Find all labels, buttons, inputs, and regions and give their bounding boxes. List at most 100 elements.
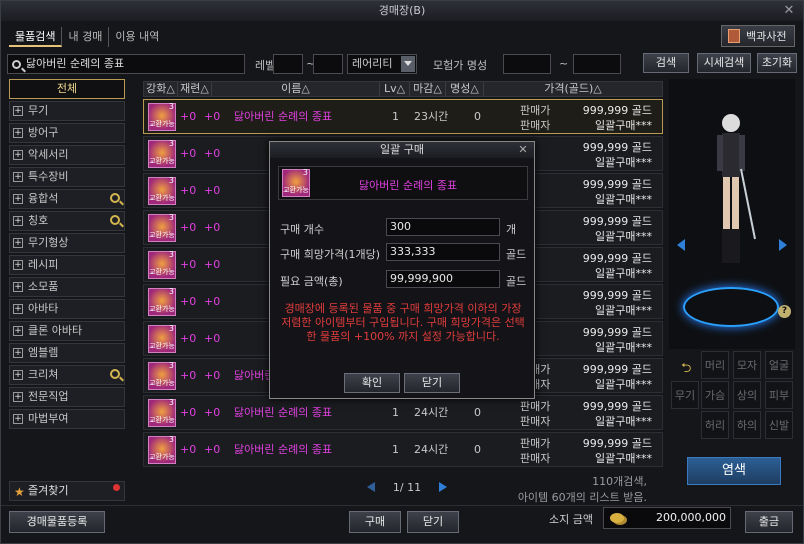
sidebar-item-weapon-shape[interactable]: + 무기형상 bbox=[9, 233, 125, 253]
sidebar-item-weapon[interactable]: + 무기 bbox=[9, 101, 125, 121]
bulk-buy-note: 일괄구매*** bbox=[595, 156, 652, 169]
next-page-icon[interactable] bbox=[439, 482, 447, 492]
fame-min-input[interactable] bbox=[503, 54, 551, 74]
slot-shoes[interactable]: 신발 bbox=[765, 411, 793, 439]
expand-icon[interactable]: + bbox=[13, 304, 23, 314]
slot-head[interactable]: 머리 bbox=[701, 351, 729, 379]
sidebar-item-profession[interactable]: + 전문직업 bbox=[9, 387, 125, 407]
expand-icon[interactable]: + bbox=[13, 106, 23, 116]
search-bar: 닳아버린 순례의 종표 레벨 ~ 레어리티 모험가 명성 ~ 검색 시세검색 초… bbox=[7, 53, 797, 77]
expand-icon[interactable]: + bbox=[13, 392, 23, 402]
col-refine[interactable]: 재련△ bbox=[178, 82, 212, 96]
expand-icon[interactable]: + bbox=[13, 194, 23, 204]
expand-icon[interactable]: + bbox=[13, 370, 23, 380]
character-avatar bbox=[717, 114, 756, 263]
slot-hat[interactable]: 모자 bbox=[733, 351, 761, 379]
table-row[interactable]: 3 교환가능 +0 +0 닳아버린 순례의 종표 1 24시간 0 판매가 판매자 999,999 … bbox=[143, 395, 663, 430]
search-button[interactable]: 검색 bbox=[643, 53, 689, 73]
item-icon: 3 교환가능 bbox=[148, 287, 176, 316]
quantity-input[interactable]: 300 bbox=[386, 218, 500, 236]
dye-button[interactable]: 염색 bbox=[687, 457, 781, 485]
tab-history[interactable]: 이용 내역 bbox=[109, 27, 165, 47]
expand-icon[interactable]: + bbox=[13, 326, 23, 336]
zoom-icon[interactable] bbox=[110, 369, 120, 379]
level-max-input[interactable] bbox=[313, 54, 343, 74]
sell-price-label: 판매가 bbox=[520, 400, 551, 413]
sidebar-item-label: 악세서리 bbox=[28, 148, 69, 161]
table-row[interactable]: 3 교환가능 +0 +0 닳아버린 순례의 종표 1 24시간 0 판매가 판매자 999,999 … bbox=[143, 432, 663, 467]
sidebar-item-accessory[interactable]: + 악세서리 bbox=[9, 145, 125, 165]
total-label: 필요 금액(총) bbox=[280, 275, 343, 288]
rotate-left-icon[interactable] bbox=[677, 239, 685, 251]
slot-waist[interactable]: 허리 bbox=[701, 411, 729, 439]
expand-icon[interactable]: + bbox=[13, 282, 23, 292]
close-button[interactable]: 닫기 bbox=[407, 511, 459, 533]
expand-icon[interactable]: + bbox=[13, 216, 23, 226]
reset-button[interactable]: 초기화 bbox=[757, 53, 797, 73]
tab-my-auction[interactable]: 내 경매 bbox=[62, 27, 110, 47]
col-fame[interactable]: 명성△ bbox=[446, 82, 484, 96]
total-unit: 골드 bbox=[506, 275, 527, 288]
sidebar-item-emblem[interactable]: + 엠블렘 bbox=[9, 343, 125, 363]
slot-weapon[interactable]: 무기 bbox=[671, 381, 699, 409]
help-icon[interactable]: ? bbox=[778, 305, 791, 318]
level-min-input[interactable] bbox=[273, 54, 303, 74]
sidebar-item-clone-avatar[interactable]: + 클론 아바타 bbox=[9, 321, 125, 341]
close-icon[interactable]: ✕ bbox=[516, 142, 530, 158]
slot-top[interactable]: 상의 bbox=[733, 381, 761, 409]
expand-icon[interactable]: + bbox=[13, 172, 23, 182]
sidebar-item-enchant[interactable]: + 마법부여 bbox=[9, 409, 125, 429]
expand-icon[interactable]: + bbox=[13, 414, 23, 424]
swap-icon[interactable]: ⮌ bbox=[681, 359, 691, 381]
register-item-button[interactable]: 경매물품등록 bbox=[9, 511, 105, 533]
withdraw-button[interactable]: 출금 bbox=[745, 511, 793, 533]
price-value: 999,999 골드 bbox=[582, 363, 652, 376]
item-icon-text: 교환가능 bbox=[149, 416, 175, 424]
table-row[interactable]: 3 교환가능 +0 +0 닳아버린 순례의 종표 1 23시간 0 판매가 판매자 999,999 … bbox=[143, 99, 663, 134]
market-price-button[interactable]: 시세검색 bbox=[697, 53, 751, 73]
sidebar-item-consumable[interactable]: + 소모품 bbox=[9, 277, 125, 297]
character-preview: ? bbox=[669, 79, 795, 349]
favorites-button[interactable]: ★ 즐겨찾기 bbox=[9, 481, 125, 501]
col-deadline[interactable]: 마감△ bbox=[410, 82, 446, 96]
sidebar-item-armor[interactable]: + 방어구 bbox=[9, 123, 125, 143]
slot-chest[interactable]: 가슴 bbox=[701, 381, 729, 409]
unit-price-input[interactable]: 333,333 bbox=[386, 243, 500, 261]
expand-icon[interactable]: + bbox=[13, 238, 23, 248]
sidebar-item-fusion[interactable]: + 융합석 bbox=[9, 189, 125, 209]
col-level[interactable]: Lv△ bbox=[380, 82, 410, 96]
expand-icon[interactable]: + bbox=[13, 128, 23, 138]
sidebar-item-title[interactable]: + 칭호 bbox=[9, 211, 125, 231]
dialog-close-button[interactable]: 닫기 bbox=[404, 373, 460, 393]
col-name[interactable]: 이름△ bbox=[212, 82, 380, 96]
prev-page-icon[interactable] bbox=[367, 482, 375, 492]
tab-item-search[interactable]: 물품검색 bbox=[9, 27, 63, 47]
slot-skin[interactable]: 피부 bbox=[765, 381, 793, 409]
slot-bottom[interactable]: 하의 bbox=[733, 411, 761, 439]
sidebar-item-recipe[interactable]: + 레시피 bbox=[9, 255, 125, 275]
sidebar-item-avatar[interactable]: + 아바타 bbox=[9, 299, 125, 319]
star-icon: ★ bbox=[14, 485, 25, 499]
col-price[interactable]: 가격(골드)△ bbox=[484, 82, 662, 96]
expand-icon[interactable]: + bbox=[13, 348, 23, 358]
sidebar-item-creature[interactable]: + 크리쳐 bbox=[9, 365, 125, 385]
sidebar-item-all[interactable]: 전체 bbox=[9, 79, 125, 99]
item-icon-text: 교환가능 bbox=[149, 157, 175, 165]
close-icon[interactable]: ✕ bbox=[781, 3, 797, 19]
sidebar-item-special[interactable]: + 특수장비 bbox=[9, 167, 125, 187]
slot-face[interactable]: 얼굴 bbox=[765, 351, 793, 379]
expand-icon[interactable]: + bbox=[13, 260, 23, 270]
buy-button[interactable]: 구매 bbox=[349, 511, 401, 533]
expand-icon[interactable]: + bbox=[13, 150, 23, 160]
fame-tilde: ~ bbox=[559, 57, 569, 70]
encyclopedia-button[interactable]: 백과사전 bbox=[721, 25, 795, 47]
zoom-icon[interactable] bbox=[110, 215, 120, 225]
chevron-down-icon[interactable] bbox=[401, 56, 415, 72]
rarity-select[interactable]: 레어리티 bbox=[347, 54, 417, 74]
search-input[interactable]: 닳아버린 순례의 종표 bbox=[7, 54, 245, 74]
fame-max-input[interactable] bbox=[573, 54, 621, 74]
confirm-button[interactable]: 확인 bbox=[344, 373, 400, 393]
rotate-right-icon[interactable] bbox=[779, 239, 787, 251]
zoom-icon[interactable] bbox=[110, 193, 120, 203]
col-enhance[interactable]: 강화△ bbox=[144, 82, 178, 96]
